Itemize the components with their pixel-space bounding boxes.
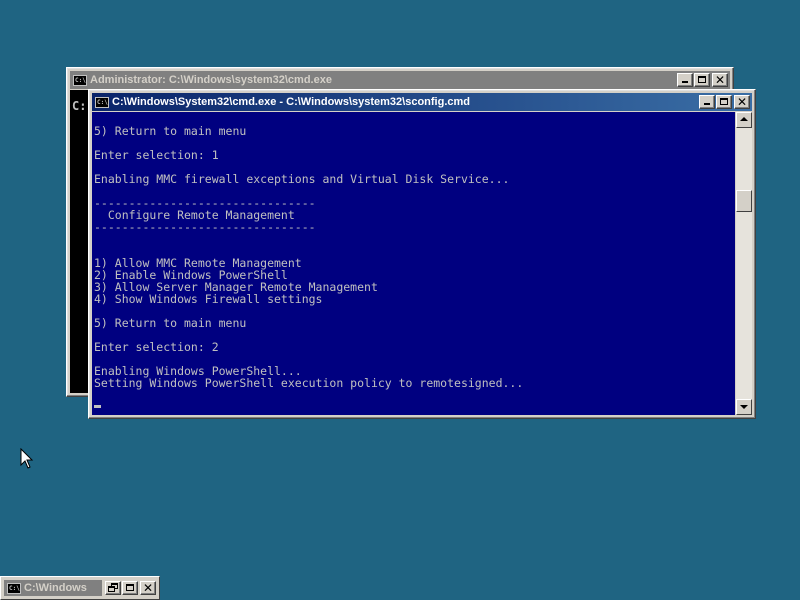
console-line: Enabling MMC firewall exceptions and Vir… [94, 172, 510, 186]
console-line: Setting Windows PowerShell execution pol… [94, 376, 524, 390]
console-line: 4) Show Windows Firewall settings [94, 292, 323, 306]
minimize-button[interactable] [699, 95, 715, 109]
console-divider: -------------------------------- [94, 220, 316, 234]
sconfig-titlebar[interactable]: C:\ C:\Windows\System32\cmd.exe - C:\Win… [92, 93, 752, 111]
arrow-up-icon [740, 117, 748, 121]
console-line: Enter selection: 2 [94, 340, 219, 354]
maximize-button[interactable] [122, 581, 138, 595]
close-button[interactable]: ✕ [712, 73, 728, 87]
cmd-icon: C:\ [7, 582, 21, 594]
minimize-icon [682, 81, 688, 83]
vertical-scrollbar[interactable] [736, 112, 752, 415]
console-line: 5) Return to main menu [94, 316, 247, 330]
console-prompt: C: [72, 99, 87, 113]
console-line: Enter selection: 1 [94, 148, 219, 162]
text-cursor [94, 405, 101, 408]
maximize-icon [720, 98, 728, 105]
minimized-cmd-window[interactable]: C:\ C:\Windows ✕ [0, 576, 160, 600]
cmd-icon: C:\ [95, 96, 109, 108]
maximize-button[interactable] [716, 95, 732, 109]
restore-icon-front [108, 586, 115, 592]
close-icon: ✕ [142, 581, 154, 595]
close-button[interactable]: ✕ [734, 95, 750, 109]
window-title: Administrator: C:\Windows\system32\cmd.e… [90, 74, 332, 86]
scroll-down-button[interactable] [736, 399, 752, 415]
scroll-up-button[interactable] [736, 112, 752, 128]
window-title: C:\Windows\System32\cmd.exe - C:\Windows… [112, 96, 471, 108]
close-icon: ✕ [736, 95, 748, 109]
maximize-button[interactable] [694, 73, 710, 87]
minimized-titlebar[interactable]: C:\ C:\Windows [4, 580, 102, 596]
admin-cmd-titlebar[interactable]: C:\ Administrator: C:\Windows\system32\c… [70, 71, 730, 89]
maximize-icon [126, 584, 134, 591]
close-icon: ✕ [714, 73, 726, 87]
mouse-pointer-icon [20, 448, 34, 469]
maximize-icon [698, 76, 706, 83]
restore-button[interactable] [105, 581, 121, 595]
cmd-icon: C:\ [73, 74, 87, 86]
minimized-title: C:\Windows [24, 582, 87, 594]
sconfig-window[interactable]: C:\ C:\Windows\System32\cmd.exe - C:\Win… [88, 89, 756, 419]
minimize-icon [704, 103, 710, 105]
scroll-thumb[interactable] [736, 190, 752, 212]
console-line: 5) Return to main menu [94, 124, 247, 138]
minimize-button[interactable] [677, 73, 693, 87]
console-output[interactable]: 5) Return to main menu Enter selection: … [92, 112, 735, 415]
close-button[interactable]: ✕ [140, 581, 156, 595]
arrow-down-icon [740, 405, 748, 409]
